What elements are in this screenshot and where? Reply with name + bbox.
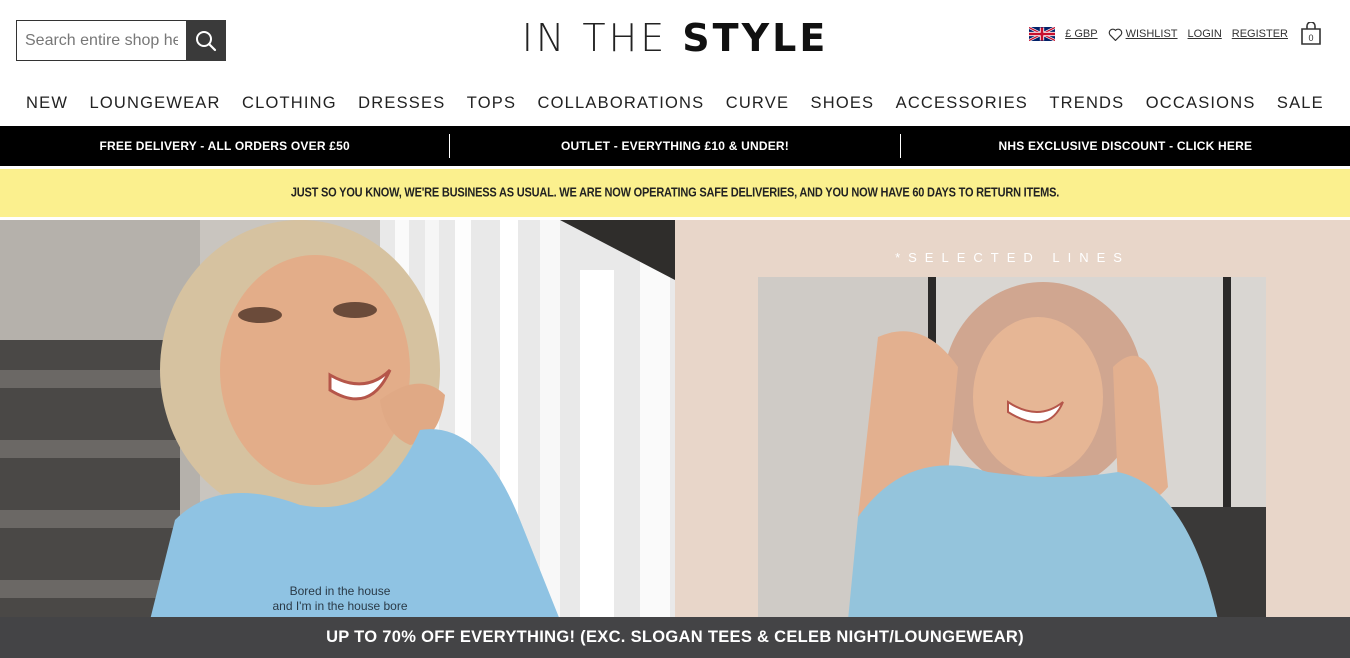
wishlist-label[interactable]: WISHLIST [1126, 28, 1178, 40]
login-link[interactable]: LOGIN [1188, 28, 1222, 40]
shopping-bag-button[interactable]: 0 [1300, 21, 1322, 46]
sale-banner[interactable]: UP TO 70% OFF EVERYTHING! (EXC. SLOGAN T… [0, 617, 1350, 658]
nav-item-curve[interactable]: CURVE [726, 88, 789, 118]
sale-banner-text: UP TO 70% OFF EVERYTHING! (EXC. SLOGAN T… [326, 628, 1024, 646]
promo-outlet[interactable]: OUTLET - EVERYTHING £10 & UNDER! [450, 139, 899, 153]
logo-bold-text: STYLE [682, 16, 829, 60]
selected-lines-caption: *SELECTED LINES [895, 250, 1130, 265]
nav-item-collaborations[interactable]: COLLABORATIONS [538, 88, 705, 118]
nav-item-accessories[interactable]: ACCESSORIES [896, 88, 1028, 118]
nav-item-trends[interactable]: TRENDS [1049, 88, 1124, 118]
logo-light-text: IN THE [521, 16, 683, 60]
hero-right-image[interactable] [758, 277, 1266, 620]
sweatshirt-text-line1: Bored in the house [290, 584, 391, 598]
sweatshirt-text-line2: and I'm in the house bore [272, 599, 407, 613]
header-utilities: £ GBP WISHLIST LOGIN REGISTER 0 [1029, 21, 1322, 46]
uk-flag-icon[interactable] [1029, 27, 1056, 41]
wishlist-link[interactable]: WISHLIST [1108, 28, 1178, 41]
notice-banner: JUST SO YOU KNOW, WE'RE BUSINESS AS USUA… [0, 169, 1350, 217]
site-header: IN THE STYLE £ GBP WISHLIST LOGIN [0, 0, 1350, 82]
nav-item-shoes[interactable]: SHOES [811, 88, 875, 118]
hero-left-photo: Bored in the house and I'm in the house … [0, 220, 675, 620]
hero-right-panel[interactable]: *SELECTED LINES [675, 220, 1350, 620]
nav-item-dresses[interactable]: DRESSES [358, 88, 445, 118]
hero-right-photo [758, 277, 1266, 620]
nav-item-tops[interactable]: TOPS [467, 88, 516, 118]
nav-item-new[interactable]: NEW [26, 88, 68, 118]
promo-nhs-discount[interactable]: NHS EXCLUSIVE DISCOUNT - CLICK HERE [901, 139, 1350, 153]
page: IN THE STYLE £ GBP WISHLIST LOGIN [0, 0, 1350, 658]
currency-link[interactable]: £ GBP [1065, 28, 1097, 40]
promo-free-delivery[interactable]: FREE DELIVERY - ALL ORDERS OVER £50 [0, 139, 449, 153]
heart-icon [1108, 28, 1122, 41]
nav-item-loungewear[interactable]: LOUNGEWEAR [89, 88, 220, 118]
shopping-bag-icon: 0 [1301, 21, 1321, 45]
nav-item-sale[interactable]: SALE [1277, 88, 1324, 118]
notice-text: JUST SO YOU KNOW, WE'RE BUSINESS AS USUA… [290, 186, 1060, 200]
nav-item-occasions[interactable]: OCCASIONS [1146, 88, 1256, 118]
main-nav: NEW LOUNGEWEAR CLOTHING DRESSES TOPS COL… [0, 88, 1350, 118]
promo-bar: FREE DELIVERY - ALL ORDERS OVER £50 OUTL… [0, 126, 1350, 166]
nav-item-clothing[interactable]: CLOTHING [242, 88, 337, 118]
hero-left-image[interactable]: Bored in the house and I'm in the house … [0, 220, 675, 620]
bag-count: 0 [1308, 33, 1313, 43]
register-link[interactable]: REGISTER [1232, 28, 1288, 40]
